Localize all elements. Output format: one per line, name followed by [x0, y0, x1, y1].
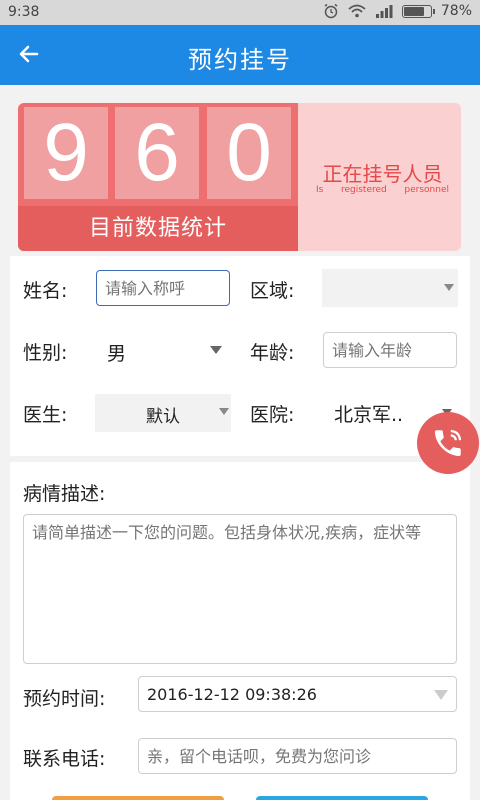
doctor-value: 默认	[146, 407, 180, 427]
status-icons: 78%	[323, 3, 472, 19]
description-textarea[interactable]	[23, 514, 457, 664]
gender-label: 性别:	[23, 342, 68, 364]
phone-input[interactable]	[138, 738, 457, 774]
registering-en-word: registered	[340, 185, 387, 195]
bottom-button-left[interactable]	[52, 796, 224, 800]
battery-percent: 78%	[440, 3, 472, 19]
counter-panel: 9 6 0 目前数据统计	[18, 103, 298, 251]
signal-icon	[375, 4, 393, 18]
battery-fill	[403, 6, 425, 16]
bottom-button-right[interactable]	[256, 796, 428, 800]
description-label: 病情描述:	[23, 483, 106, 505]
name-input[interactable]	[96, 270, 230, 306]
age-label: 年龄:	[250, 342, 295, 364]
status-bar: 9:38 78%	[0, 0, 480, 25]
region-label: 区域:	[250, 280, 295, 302]
call-button[interactable]	[417, 412, 479, 474]
registering-en-word: personnel	[404, 185, 449, 195]
appointment-time-label: 预约时间:	[23, 688, 106, 710]
page-title: 预约挂号	[188, 46, 292, 74]
stats-banner: 9 6 0 目前数据统计 正在挂号人员 Is registered person…	[18, 103, 461, 251]
registering-en-word: Is	[316, 185, 324, 195]
appointment-time-value: 2016-12-12 09:38:26	[147, 684, 317, 704]
counter-digit: 0	[207, 107, 291, 199]
app-bar: 预约挂号	[0, 25, 480, 85]
alarm-icon	[324, 3, 338, 19]
counter-digit: 6	[115, 107, 199, 199]
appointment-time-select[interactable]: 2016-12-12 09:38:26	[138, 676, 457, 712]
chevron-down-icon	[219, 408, 229, 415]
battery-icon	[401, 4, 435, 18]
counter-digit: 9	[24, 107, 108, 199]
name-label: 姓名:	[23, 280, 68, 302]
gender-select[interactable]: 男	[96, 330, 230, 370]
region-select[interactable]	[322, 269, 458, 307]
phone-label: 联系电话:	[23, 748, 106, 770]
chevron-down-icon	[210, 346, 222, 354]
hospital-label: 医院:	[250, 404, 295, 426]
status-time: 9:38	[8, 4, 40, 20]
registering-label: 正在挂号人员	[322, 162, 443, 186]
doctor-select[interactable]: 默认	[95, 394, 231, 432]
registering-label-en: Is registered personnel	[310, 185, 455, 195]
hospital-value: 北京军..	[334, 404, 404, 426]
stats-label: 目前数据统计	[18, 206, 298, 251]
age-input[interactable]	[323, 332, 457, 368]
wifi-icon	[348, 4, 366, 18]
chevron-down-icon	[444, 284, 454, 291]
doctor-label: 医生:	[23, 404, 68, 426]
chevron-down-icon	[434, 690, 448, 700]
gender-value: 男	[107, 343, 127, 365]
phone-icon	[434, 429, 462, 457]
